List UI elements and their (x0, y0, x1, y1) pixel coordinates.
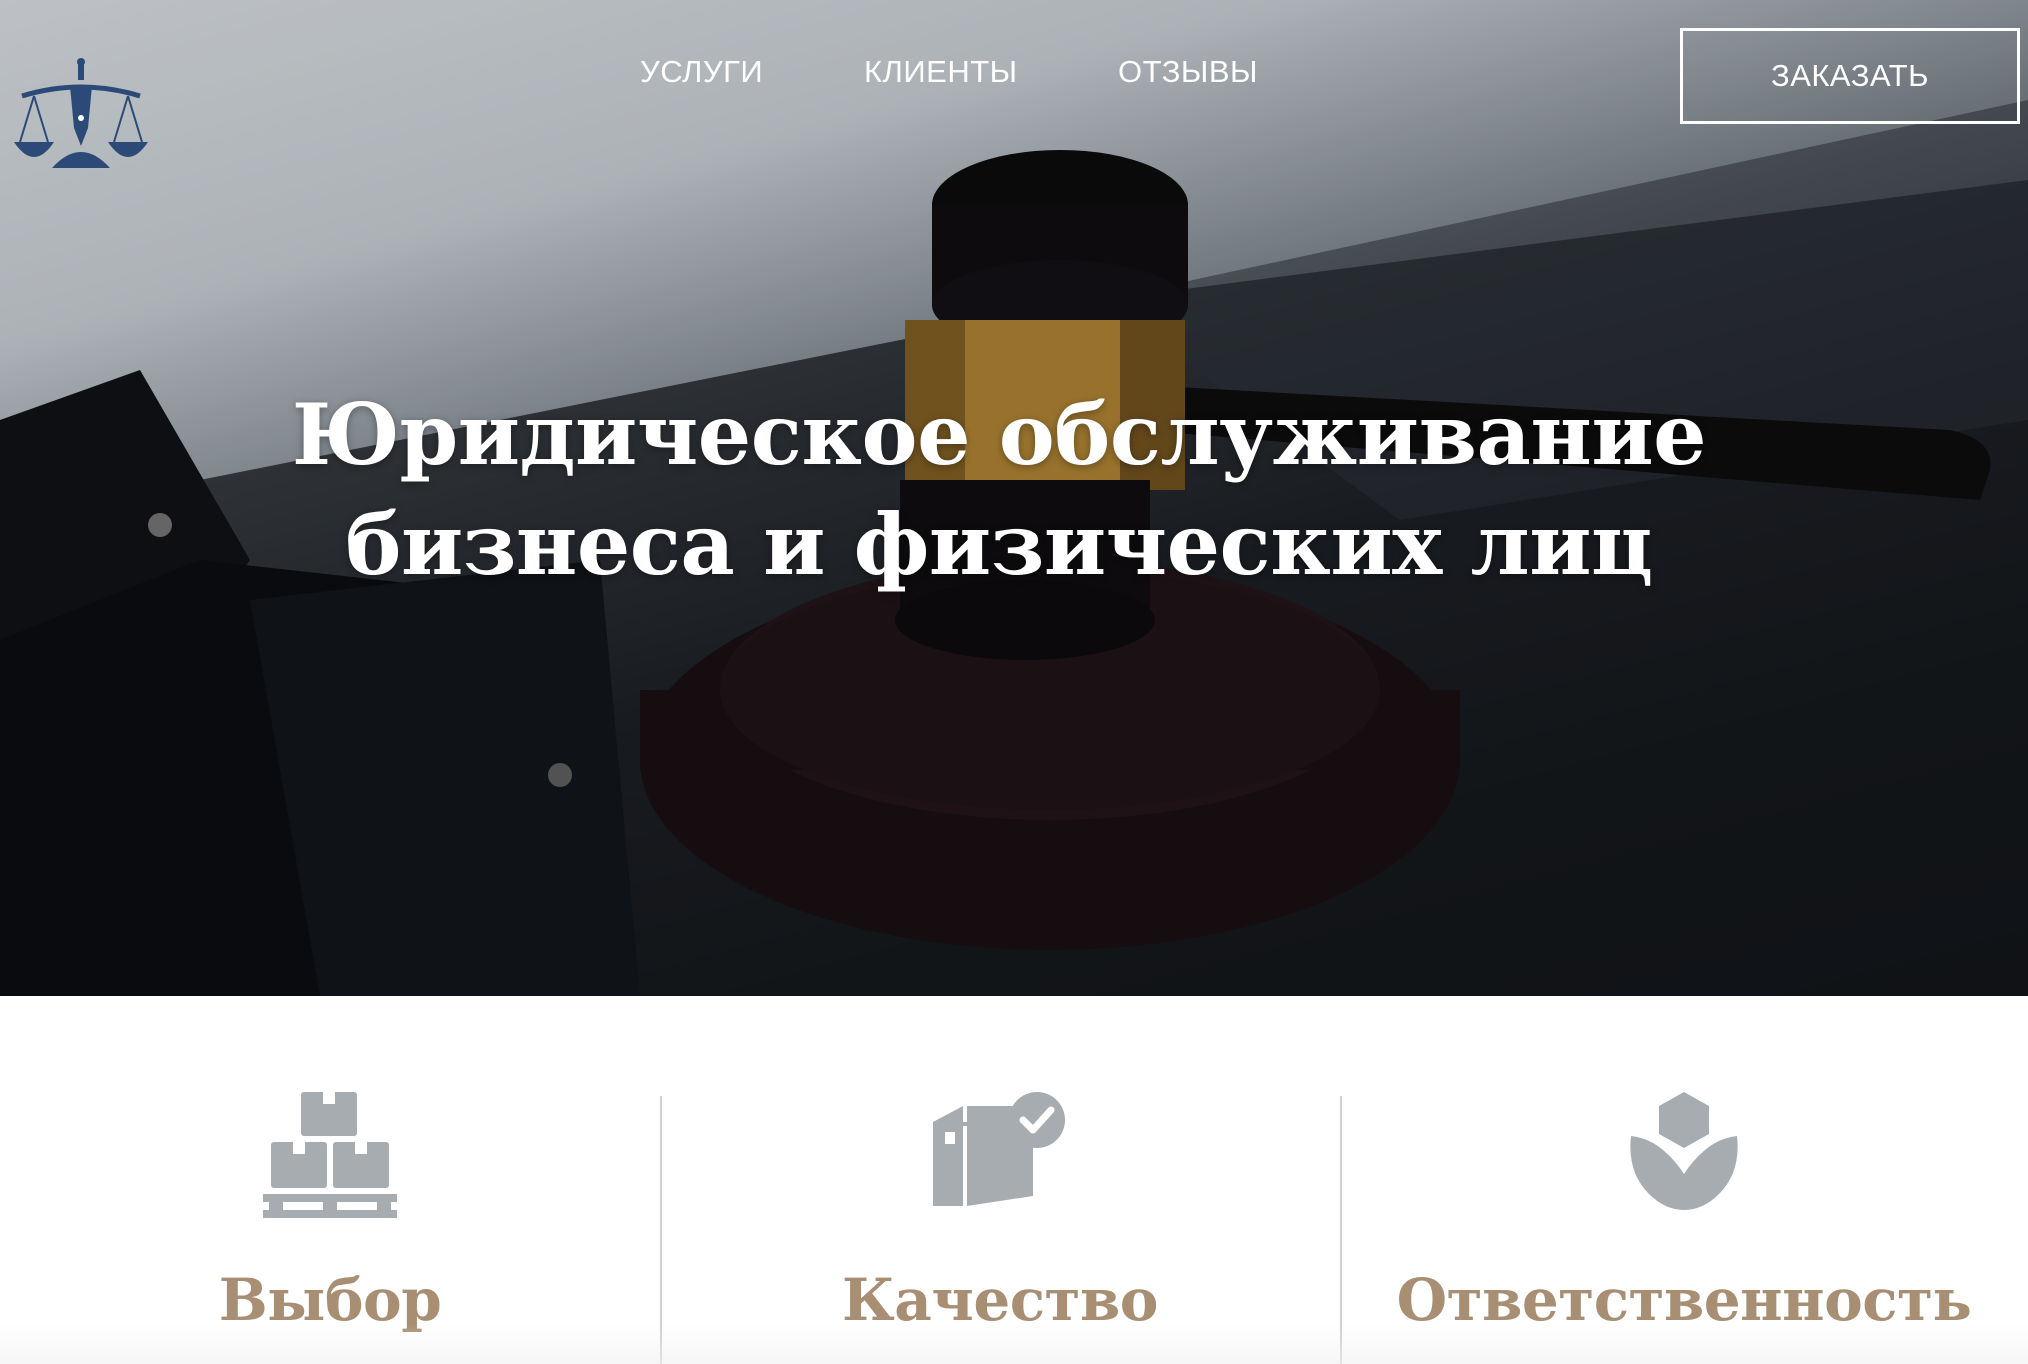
nav-link-reviews[interactable]: ОТЗЫВЫ (1118, 54, 1258, 90)
nav-link-services[interactable]: УСЛУГИ (640, 54, 763, 90)
feature-choice: Выбор (0, 996, 660, 1364)
hero-title-line2: бизнеса и физических лиц (345, 495, 1653, 594)
hand-holding-hexagon-icon (1630, 1092, 1738, 1210)
feature-responsibility: Ответственность (1340, 996, 2028, 1364)
hero-section: УСЛУГИ КЛИЕНТЫ ОТЗЫВЫ ЗАКАЗАТЬ Юридическ… (0, 0, 2028, 996)
hero-title-line1: Юридическое обслуживание (291, 385, 1707, 484)
hero-title: Юридическое обслуживание бизнеса и физич… (0, 380, 1998, 600)
boxes-on-pallet-icon (263, 1092, 397, 1218)
feature-quality: Качество (660, 996, 1340, 1364)
bottom-fade (0, 1324, 2028, 1364)
features-section: Выбор Качество Ответственность (0, 996, 2028, 1364)
order-button[interactable]: ЗАКАЗАТЬ (1680, 28, 2020, 124)
nav-link-clients[interactable]: КЛИЕНТЫ (864, 54, 1018, 90)
box-checkmark-icon (933, 1092, 1065, 1206)
